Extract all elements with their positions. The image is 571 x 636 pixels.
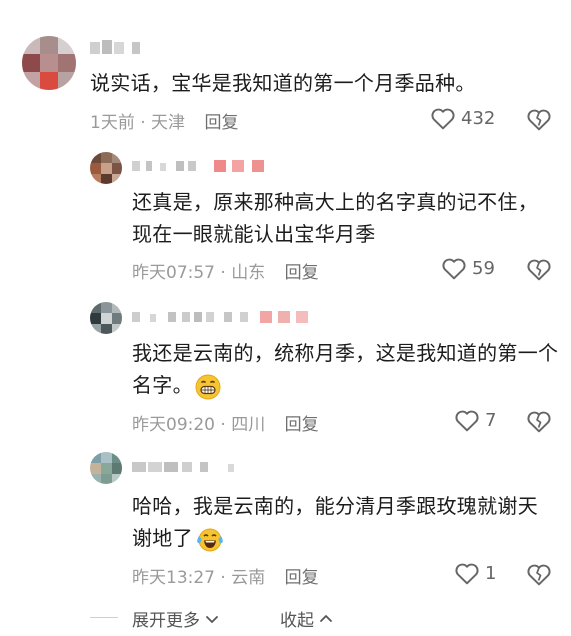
comment-text: 还真是，原来那种高大上的名字真的记不住，现在一眼就能认出宝华月季 bbox=[132, 190, 538, 246]
broken-heart-icon[interactable] bbox=[526, 107, 552, 131]
expand-more-button[interactable]: 展开更多 bbox=[132, 606, 220, 631]
expand-more-label: 展开更多 bbox=[132, 611, 200, 631]
reply-button[interactable]: 回复 bbox=[285, 263, 319, 283]
username-redacted[interactable] bbox=[132, 309, 332, 325]
broken-heart-icon[interactable] bbox=[526, 562, 552, 586]
comment-text-body: 哈哈，我是云南的，能分清月季跟玫瑰就谢天谢地了 bbox=[132, 494, 538, 550]
comment-meta: 1天前 · 天津 回复 bbox=[90, 113, 239, 133]
broken-heart-icon[interactable] bbox=[526, 257, 552, 281]
comment-location: 云南 bbox=[231, 568, 266, 588]
reply-button[interactable]: 回复 bbox=[204, 113, 238, 133]
heart-icon bbox=[455, 410, 479, 432]
username-redacted[interactable] bbox=[132, 459, 242, 475]
comment-time: 昨天13:27 bbox=[132, 568, 215, 588]
comment-meta: 昨天09:20 · 四川 回复 bbox=[132, 415, 319, 435]
tears-of-joy-emoji-icon bbox=[197, 528, 223, 551]
heart-icon bbox=[431, 108, 455, 130]
reply-button[interactable]: 回复 bbox=[285, 415, 319, 435]
like-button[interactable]: 1 bbox=[454, 561, 496, 585]
collapse-button[interactable]: 收起 bbox=[280, 606, 334, 631]
reply-button[interactable]: 回复 bbox=[285, 568, 319, 588]
username-redacted[interactable] bbox=[132, 158, 282, 174]
comment-time: 昨天07:57 bbox=[132, 263, 215, 283]
like-count: 1 bbox=[485, 562, 497, 584]
avatar[interactable] bbox=[90, 302, 122, 334]
grinning-face-emoji-icon bbox=[195, 374, 221, 399]
comment-text: 哈哈，我是云南的，能分清月季跟玫瑰就谢天谢地了 bbox=[132, 490, 557, 554]
comment-text: 我还是云南的，统称月季，这是我知道的第一个名字。 bbox=[132, 337, 562, 401]
like-count: 59 bbox=[472, 257, 495, 279]
like-button[interactable]: 7 bbox=[454, 408, 496, 432]
comment-meta: 昨天13:27 · 云南 回复 bbox=[132, 568, 319, 588]
heart-icon bbox=[442, 258, 466, 280]
like-count: 432 bbox=[461, 107, 496, 129]
chevron-up-icon bbox=[320, 614, 332, 622]
like-button[interactable]: 432 bbox=[430, 106, 495, 130]
comment-text: 说实话，宝华是我知道的第一个月季品种。 bbox=[90, 71, 476, 95]
avatar[interactable] bbox=[90, 152, 122, 184]
heart-icon bbox=[455, 563, 479, 585]
like-count: 7 bbox=[485, 409, 497, 431]
chevron-down-icon bbox=[206, 615, 218, 623]
comment-location: 四川 bbox=[231, 415, 266, 435]
comment-time: 1天前 bbox=[90, 113, 135, 133]
avatar[interactable] bbox=[90, 452, 122, 484]
divider bbox=[90, 617, 118, 618]
broken-heart-icon[interactable] bbox=[526, 409, 552, 433]
comment-time: 昨天09:20 bbox=[132, 415, 215, 435]
collapse-label: 收起 bbox=[280, 611, 314, 631]
avatar[interactable] bbox=[22, 36, 76, 90]
comment-location: 山东 bbox=[231, 263, 266, 283]
comment-meta: 昨天07:57 · 山东 回复 bbox=[132, 263, 319, 283]
like-button[interactable]: 59 bbox=[441, 256, 495, 280]
comment-location: 天津 bbox=[151, 113, 186, 133]
username-redacted[interactable] bbox=[90, 40, 150, 56]
